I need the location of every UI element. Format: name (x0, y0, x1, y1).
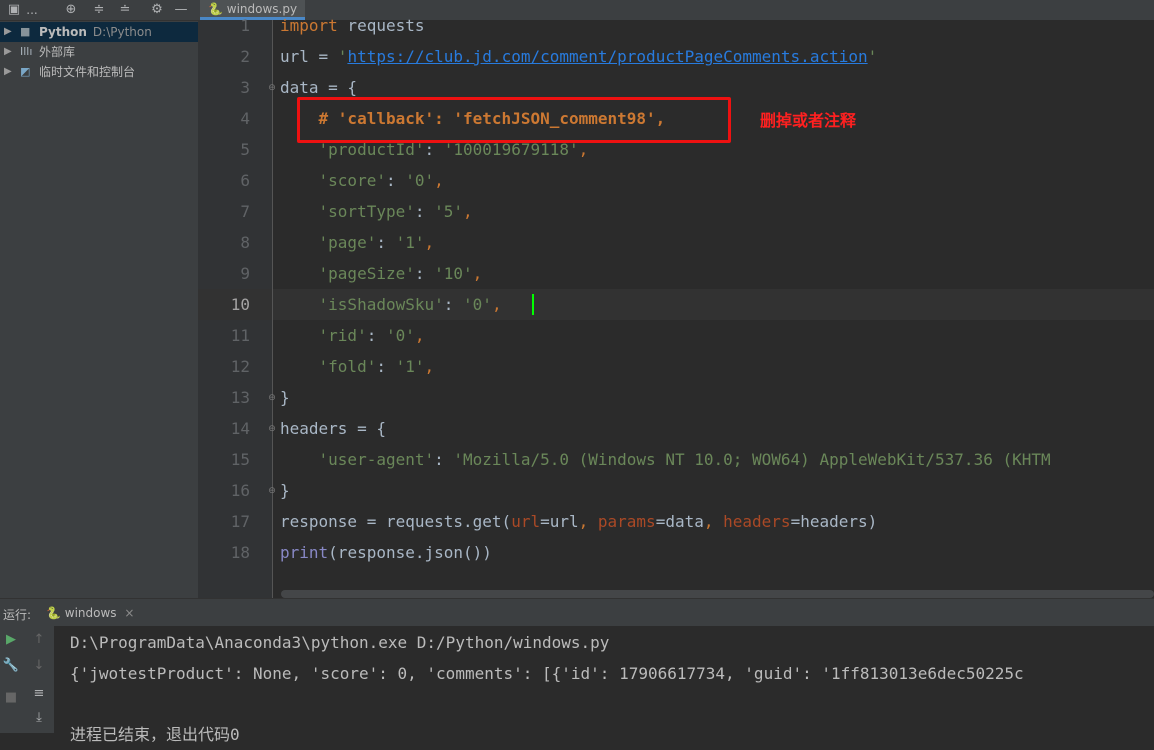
rerun-icon[interactable]: ▶ (2, 632, 20, 647)
project-title[interactable]: ... (24, 1, 40, 19)
project-toolbar: ▣ ... ⊕ ≑ ≐ ⚙ — (0, 0, 198, 21)
line-number: 2 (240, 47, 250, 66)
python-icon: 🐍 (46, 606, 61, 620)
code-line: response = requests.get(url=url, params=… (280, 512, 878, 531)
tree-item-scratches[interactable]: ▶ ◩ 临时文件和控制台 (0, 62, 198, 82)
fold-marker-icon[interactable]: ⊖ (266, 392, 278, 404)
code-line: print(response.json()) (280, 543, 492, 562)
code-line-current: 'isShadowSku': '0', (280, 295, 502, 314)
scratches-icon: ◩ (20, 65, 31, 78)
project-view-icon[interactable]: ▣ (6, 1, 22, 19)
run-tab-windows[interactable]: 🐍 windows × (46, 604, 134, 622)
library-icon: Illı (20, 45, 33, 58)
line-number: 6 (240, 171, 250, 190)
tree-item-label: 临时文件和控制台 (39, 65, 136, 79)
line-number: 3 (240, 78, 250, 97)
tree-item-python[interactable]: ▶ ■ Python D:\Python (0, 22, 198, 42)
expand-all-icon[interactable]: ≑ (90, 1, 108, 19)
code-line: url = 'https://club.jd.com/comment/produ… (280, 47, 878, 66)
collapse-all-icon[interactable]: ≐ (116, 1, 134, 19)
console-line: D:\ProgramData\Anaconda3\python.exe D:/P… (70, 633, 610, 652)
chevron-right-icon[interactable]: ▶ (4, 62, 12, 82)
line-number: 17 (230, 512, 250, 531)
code-line: 'score': '0', (280, 171, 444, 190)
run-tab-label: windows (64, 606, 117, 620)
line-number: 16 (230, 481, 250, 500)
line-number: 11 (230, 326, 250, 345)
fold-marker-icon[interactable]: ⊖ (266, 82, 278, 94)
tree-item-label: 外部库 (39, 45, 76, 59)
tree-item-path: D:\Python (92, 25, 152, 39)
run-panel-header (0, 598, 1154, 627)
locate-icon[interactable]: ⊕ (62, 1, 80, 19)
url-link[interactable]: https://club.jd.com/comment/productPageC… (347, 47, 867, 66)
fold-marker-icon[interactable]: ⊖ (266, 423, 278, 435)
line-number-current: 10 (230, 295, 250, 314)
minimize-icon[interactable]: — (172, 1, 190, 19)
line-number: 13 (230, 388, 250, 407)
code-line: 'pageSize': '10', (280, 264, 483, 283)
folder-icon: ■ (20, 25, 31, 38)
code-line: 'rid': '0', (280, 326, 425, 345)
line-number: 15 (230, 450, 250, 469)
annotation-text: 删掉或者注释 (760, 111, 857, 130)
code-line: headers = { (280, 419, 386, 438)
line-number: 4 (240, 109, 250, 128)
annotation-highlight-box (297, 97, 731, 143)
soft-wrap-icon[interactable]: ≡ (30, 686, 48, 701)
code-line: 'sortType': '5', (280, 202, 473, 221)
console-line: {'jwotestProduct': None, 'score': 0, 'co… (70, 664, 1024, 683)
horizontal-scrollbar[interactable] (281, 590, 1154, 598)
fold-marker-icon[interactable]: ⊖ (266, 485, 278, 497)
stop-icon[interactable]: ■ (2, 690, 20, 705)
line-number: 9 (240, 264, 250, 283)
close-icon[interactable]: × (124, 606, 134, 620)
code-line: 'fold': '1', (280, 357, 435, 376)
line-number: 5 (240, 140, 250, 159)
line-number: 1 (240, 16, 250, 35)
code-line: } (280, 481, 290, 500)
code-line: 'user-agent': 'Mozilla/5.0 (Windows NT 1… (280, 450, 1051, 469)
gear-icon[interactable]: ⚙ (148, 1, 166, 19)
chevron-right-icon[interactable]: ▶ (4, 42, 12, 62)
line-number: 18 (230, 543, 250, 562)
line-number: 8 (240, 233, 250, 252)
project-panel (0, 0, 198, 598)
tree-item-label: Python (39, 25, 87, 39)
code-line: 'page': '1', (280, 233, 435, 252)
code-line: import requests (280, 16, 425, 35)
code-line: } (280, 388, 290, 407)
line-number: 7 (240, 202, 250, 221)
line-number: 12 (230, 357, 250, 376)
chevron-right-icon[interactable]: ▶ (4, 22, 12, 42)
gutter-separator (272, 20, 273, 598)
scroll-up-icon[interactable]: ↑ (30, 632, 48, 647)
run-panel-title: 运行: (3, 608, 32, 622)
console-line: 进程已结束，退出代码0 (70, 725, 240, 744)
line-number: 14 (230, 419, 250, 438)
scroll-to-end-icon[interactable]: ⤓ (30, 710, 48, 725)
wrench-icon[interactable]: 🔧 (2, 658, 20, 673)
text-caret (532, 294, 534, 315)
tree-item-external-libraries[interactable]: ▶ Illı 外部库 (0, 42, 198, 62)
scroll-down-icon[interactable]: ↓ (30, 658, 48, 673)
